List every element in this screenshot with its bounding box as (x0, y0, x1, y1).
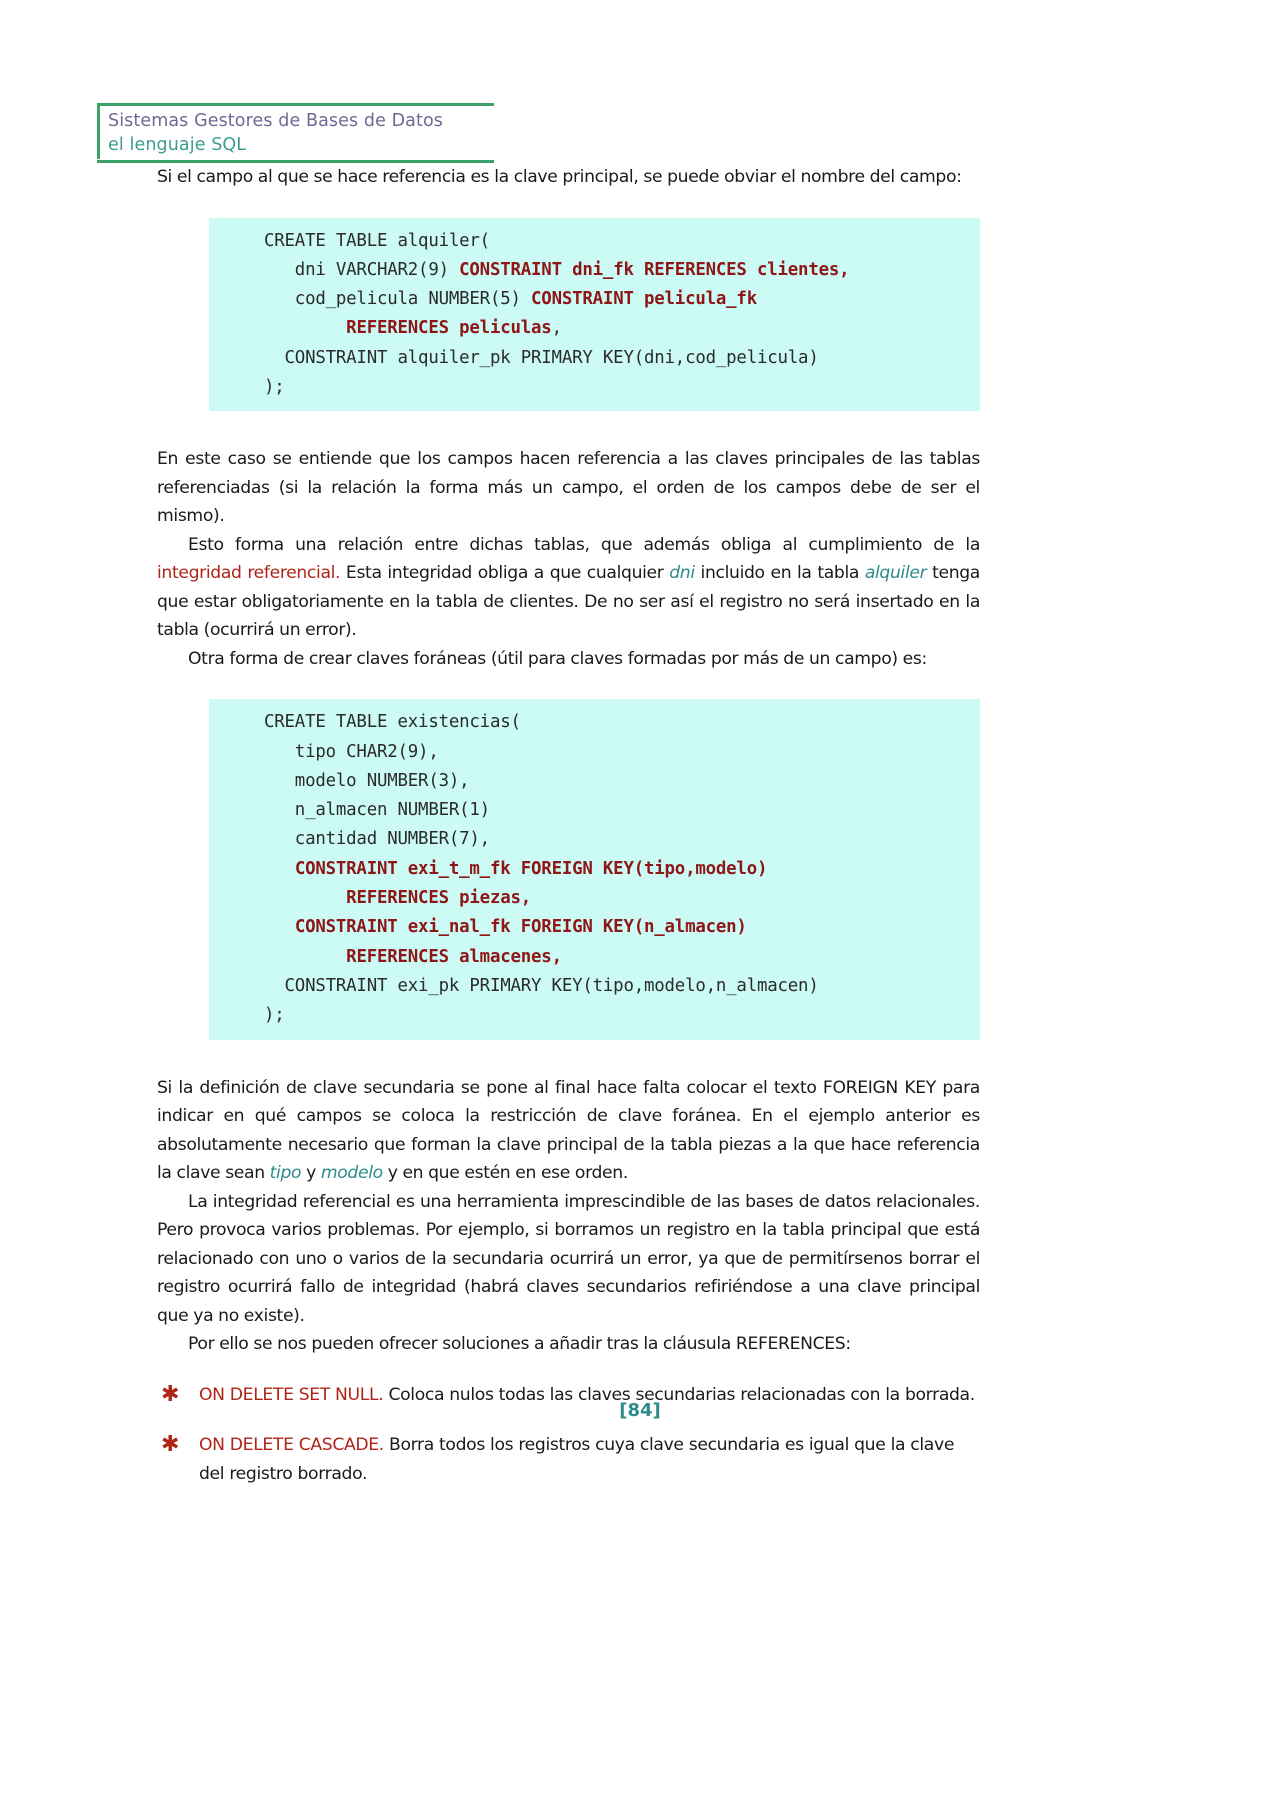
code-line: tipo CHAR2(9), (209, 738, 980, 767)
page-header: Sistemas Gestores de Bases de Datos el l… (97, 103, 494, 163)
code-keyword: REFERENCES almacenes, (346, 946, 562, 967)
header-body: Sistemas Gestores de Bases de Datos el l… (97, 106, 494, 159)
term-modelo: modelo (320, 1163, 383, 1184)
list-item: ✱ ON DELETE CASCADE. Borra todos los regi… (157, 1431, 980, 1488)
code-line: dni VARCHAR2(9) CONSTRAINT dni_fk REFERE… (209, 256, 980, 285)
code-line: CONSTRAINT alquiler_pk PRIMARY KEY(dni,c… (209, 344, 980, 373)
code-text: CREATE TABLE existencias( (264, 712, 521, 733)
code-text: tipo CHAR2(9), (264, 741, 439, 762)
code-text: n_almacen NUMBER(1) (264, 800, 490, 821)
code-line: ); (209, 373, 980, 402)
header-title-line1: Sistemas Gestores de Bases de Datos (108, 111, 443, 131)
code-line: n_almacen NUMBER(1) (209, 796, 980, 825)
term-tipo: tipo (269, 1163, 302, 1184)
code-block-alquiler: CREATE TABLE alquiler( dni VARCHAR2(9) C… (209, 217, 980, 412)
code-line: cantidad NUMBER(7), (209, 825, 980, 854)
code-line: CONSTRAINT exi_t_m_fk FOREIGN KEY(tipo,m… (209, 855, 980, 884)
code-keyword: REFERENCES piezas, (346, 888, 532, 909)
code-text: cod_pelicula NUMBER(5) (264, 289, 532, 310)
term-alquiler: alquiler (864, 563, 927, 584)
code-text: CONSTRAINT exi_pk PRIMARY KEY(tipo,model… (264, 975, 819, 996)
text-run: Esto forma una relación entre dichas tab… (188, 534, 980, 555)
code-keyword: CONSTRAINT exi_t_m_fk FOREIGN KEY(tipo,m… (294, 858, 768, 879)
code-line: REFERENCES piezas, (209, 884, 980, 913)
paragraph-explica-claves: En este caso se entiende que los campos … (157, 449, 980, 527)
code-text: , (551, 318, 562, 339)
paragraph-otra-forma: Otra forma de crear claves foráneas (úti… (188, 648, 927, 669)
asterisk-bullet-icon: ✱ (161, 1432, 180, 1458)
code-block-existencias: CREATE TABLE existencias( tipo CHAR2(9),… (209, 699, 980, 1040)
term-integridad-referencial: integridad referencial. (157, 563, 341, 584)
code-keyword: CONSTRAINT exi_nal_fk FOREIGN KEY(n_alma… (294, 917, 747, 938)
page-number: [84] (619, 1400, 661, 1421)
text-run: Esta integridad obliga a que cualquier (340, 563, 670, 584)
bullet-list: ✱ ON DELETE SET NULL. Coloca nulos todas … (157, 1381, 980, 1489)
code-line: cod_pelicula NUMBER(5) CONSTRAINT pelicu… (209, 285, 980, 314)
paragraph-integridad: Esto forma una relación entre dichas tab… (157, 531, 980, 645)
list-item-text: ON DELETE CASCADE. Borra todos los regis… (199, 1431, 980, 1488)
code-line: ); (209, 1001, 980, 1030)
paragraph-soluciones: Por ello se nos pueden ofrecer solucione… (188, 1334, 851, 1355)
paragraph-intro: Si el campo al que se hace referencia es… (157, 167, 962, 187)
header-title-line2: el lenguaje SQL (108, 135, 247, 155)
document-page: Sistemas Gestores de Bases de Datos el l… (0, 0, 1280, 1809)
code-text: cantidad NUMBER(7), (264, 829, 490, 850)
code-text: CONSTRAINT alquiler_pk PRIMARY KEY(dni,c… (264, 347, 819, 368)
code-text: ); (264, 1005, 285, 1026)
list-item-clause: ON DELETE CASCADE. (199, 1435, 384, 1456)
text-run: y en que estén en ese orden. (382, 1163, 629, 1184)
text-run: y (301, 1163, 321, 1184)
paragraph-foreign-key: Si la definición de clave secundaria se … (157, 1074, 980, 1188)
code-line: CONSTRAINT exi_nal_fk FOREIGN KEY(n_alma… (209, 913, 980, 942)
term-dni: dni (669, 563, 695, 584)
paragraph-herramienta: La integridad referencial es una herrami… (157, 1191, 980, 1326)
code-text: CREATE TABLE alquiler( (264, 230, 490, 251)
code-keyword: REFERENCES peliculas (346, 318, 552, 339)
code-keyword: CONSTRAINT pelicula_fk (531, 289, 757, 310)
code-line: CONSTRAINT exi_pk PRIMARY KEY(tipo,model… (209, 972, 980, 1001)
text-run: incluido en la tabla (694, 563, 865, 584)
code-text: ); (264, 376, 285, 397)
code-line: modelo NUMBER(3), (209, 767, 980, 796)
code-keyword: CONSTRAINT dni_fk REFERENCES clientes, (459, 259, 850, 280)
code-line: CREATE TABLE existencias( (209, 708, 980, 737)
document-content: Si el campo al que se hace referencia es… (157, 163, 980, 1488)
code-line: REFERENCES peliculas, (209, 314, 980, 343)
code-text: dni VARCHAR2(9) (264, 259, 460, 280)
code-line: CREATE TABLE alquiler( (209, 227, 980, 256)
code-text: modelo NUMBER(3), (264, 770, 470, 791)
code-line: REFERENCES almacenes, (209, 943, 980, 972)
